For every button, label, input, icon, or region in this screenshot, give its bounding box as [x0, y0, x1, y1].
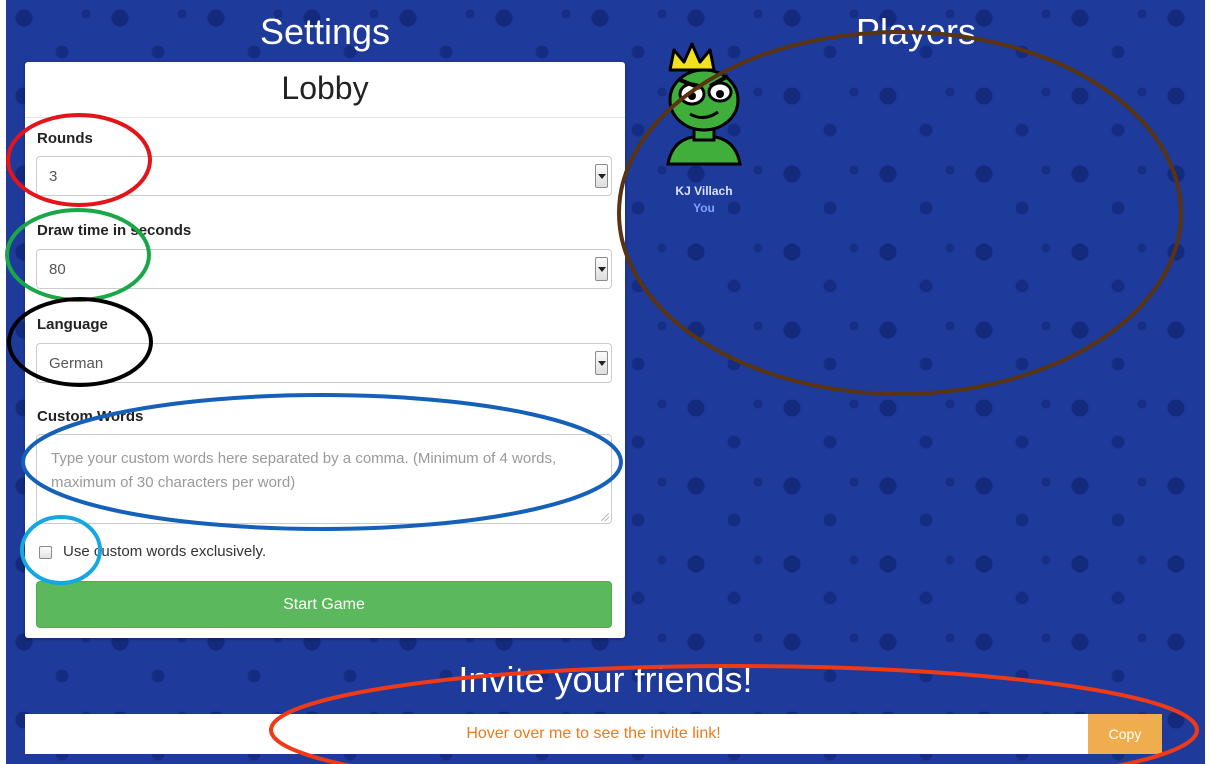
settings-heading: Settings — [259, 11, 391, 52]
select-arrow-icon — [595, 164, 608, 188]
custom-words-placeholder: Type your custom words here separated by… — [51, 450, 557, 491]
lobby-divider — [25, 117, 625, 118]
game-lobby-screen: Settings Players Lobby Rounds 3 Draw tim… — [6, 0, 1205, 764]
select-arrow-icon — [595, 351, 608, 375]
player-card[interactable]: KJ Villach You — [654, 42, 754, 222]
resize-grip-icon[interactable] — [601, 513, 609, 521]
custom-words-textarea[interactable]: Type your custom words here separated by… — [36, 434, 612, 524]
crown-icon — [668, 42, 716, 72]
exclusive-words-checkbox[interactable] — [39, 546, 52, 559]
lobby-title: Lobby — [281, 70, 369, 106]
lobby-settings-panel: Lobby Rounds 3 Draw time in seconds 80 L… — [25, 62, 625, 638]
select-arrow-icon — [595, 257, 608, 281]
player-you-tag: You — [693, 201, 715, 215]
avatar — [666, 42, 742, 166]
rounds-select[interactable]: 3 — [36, 156, 612, 196]
custom-words-label: Custom Words — [37, 408, 144, 425]
copy-invite-button[interactable]: Copy — [1088, 714, 1162, 754]
language-label: Language — [37, 316, 108, 333]
rounds-value: 3 — [49, 168, 58, 185]
start-game-button[interactable]: Start Game — [36, 581, 612, 628]
draw-time-select[interactable]: 80 — [36, 249, 612, 289]
player-name: KJ Villach — [675, 184, 733, 198]
rounds-label: Rounds — [37, 130, 93, 147]
draw-time-label: Draw time in seconds — [37, 222, 192, 239]
draw-time-value: 80 — [49, 261, 66, 278]
invite-link-box[interactable]: Hover over me to see the invite link! — [25, 714, 1162, 754]
exclusive-words-label[interactable]: Use custom words exclusively. — [63, 543, 266, 560]
language-select[interactable]: German — [36, 343, 612, 383]
invite-heading: Invite your friends! — [458, 659, 753, 700]
language-value: German — [49, 355, 104, 372]
invite-link-text: Hover over me to see the invite link! — [466, 725, 721, 742]
